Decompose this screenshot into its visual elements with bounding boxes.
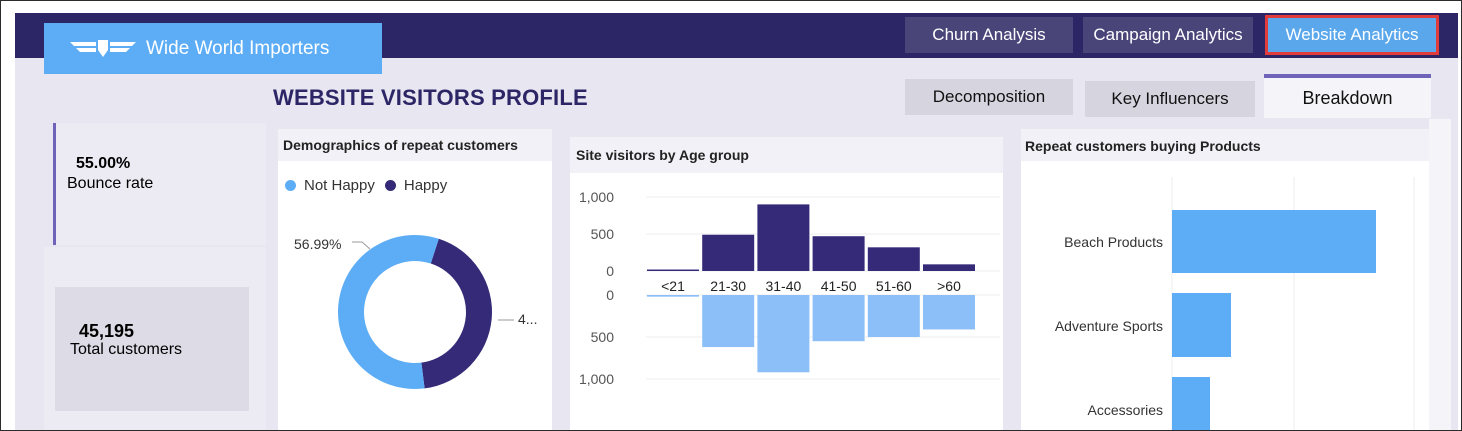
- bar-bottom[interactable]: [702, 295, 755, 348]
- products-bar-chart[interactable]: Beach Products Adventure Sports Accessorie…: [1021, 161, 1429, 431]
- bar-bottom[interactable]: [812, 295, 865, 342]
- x-category-label: <21: [661, 278, 685, 294]
- y-tick-label: 0: [606, 263, 614, 279]
- x-category-label: 31-40: [765, 278, 801, 294]
- legend-item-not-happy[interactable]: Not Happy: [285, 177, 375, 194]
- products-title: Repeat customers buying Products: [1025, 138, 1261, 154]
- tab-breakdown[interactable]: Breakdown: [1264, 74, 1431, 118]
- bar-top[interactable]: [757, 204, 810, 271]
- product-category-label: Accessories: [1088, 402, 1163, 418]
- donut-title: Demographics of repeat customers: [283, 137, 518, 153]
- bar-bottom[interactable]: [757, 295, 810, 373]
- winged-shield-icon: [70, 39, 136, 57]
- product-category-label: Adventure Sports: [1055, 318, 1163, 334]
- tab-key-influencers[interactable]: Key Influencers: [1085, 81, 1255, 117]
- y-tick-label: 500: [591, 226, 615, 242]
- donut-label-happy: 4...: [518, 311, 537, 327]
- legend-marker: [384, 180, 396, 191]
- legend-label: Not Happy: [304, 177, 375, 194]
- brand-logo[interactable]: Wide World Importers: [44, 23, 382, 74]
- donut-chart[interactable]: 56.99% 4...: [278, 201, 552, 431]
- x-category-label: 51-60: [876, 278, 912, 294]
- canvas-margin: [1429, 119, 1451, 430]
- legend-marker: [285, 180, 296, 191]
- product-bar[interactable]: [1172, 210, 1376, 273]
- product-bar[interactable]: [1172, 293, 1231, 357]
- age-group-chart[interactable]: 1,000 500 0 0 500 1,000 <21 21-30 31-40 41-50 51-6…: [570, 173, 1003, 431]
- brand-name: Wide World Importers: [146, 37, 330, 59]
- kpi-card-total-customers: 45,195 Total customers: [55, 287, 249, 411]
- x-category-label: >60: [937, 278, 961, 294]
- y-tick-label: 500: [591, 329, 615, 345]
- bar-bottom[interactable]: [647, 295, 699, 297]
- donut-slice-happy[interactable]: [421, 238, 492, 389]
- app-window: Wide World Importers Churn Analysis Camp…: [0, 0, 1462, 431]
- y-tick-label: 1,000: [579, 189, 614, 205]
- legend-item-happy[interactable]: Happy: [384, 177, 448, 194]
- product-bar[interactable]: [1172, 377, 1210, 431]
- bar-top[interactable]: [923, 264, 975, 271]
- x-category-label: 21-30: [710, 278, 746, 294]
- bar-top[interactable]: [812, 236, 865, 271]
- kpi-value: 45,195: [79, 321, 135, 341]
- bar-top[interactable]: [702, 234, 755, 271]
- y-tick-label: 0: [606, 287, 614, 303]
- age-title: Site visitors by Age group: [576, 147, 749, 163]
- donut-legend: Not Happy Happy: [285, 177, 457, 194]
- nav-churn-analysis[interactable]: Churn Analysis: [905, 17, 1073, 53]
- bar-bottom[interactable]: [867, 295, 920, 337]
- bar-bottom[interactable]: [923, 295, 975, 330]
- legend-label: Happy: [403, 177, 448, 194]
- bar-top[interactable]: [647, 269, 699, 271]
- kpi-value: 55.00%: [76, 155, 131, 172]
- page-title: WEBSITE VISITORS PROFILE: [273, 85, 588, 110]
- product-category-label: Beach Products: [1064, 234, 1163, 250]
- y-tick-label: 1,000: [579, 371, 614, 387]
- kpi-label: Total customers: [70, 341, 183, 358]
- leader-line: [352, 241, 371, 250]
- kpi-label: Bounce rate: [67, 175, 154, 192]
- nav-website-analytics[interactable]: Website Analytics: [1265, 15, 1439, 55]
- nav-campaign-analytics[interactable]: Campaign Analytics: [1083, 17, 1253, 53]
- kpi-card-bounce-rate: 55.00% Bounce rate: [53, 123, 266, 245]
- bar-top[interactable]: [867, 247, 920, 271]
- donut-label-not-happy: 56.99%: [294, 236, 341, 252]
- tab-decomposition[interactable]: Decomposition: [905, 79, 1073, 115]
- x-category-label: 41-50: [821, 278, 857, 294]
